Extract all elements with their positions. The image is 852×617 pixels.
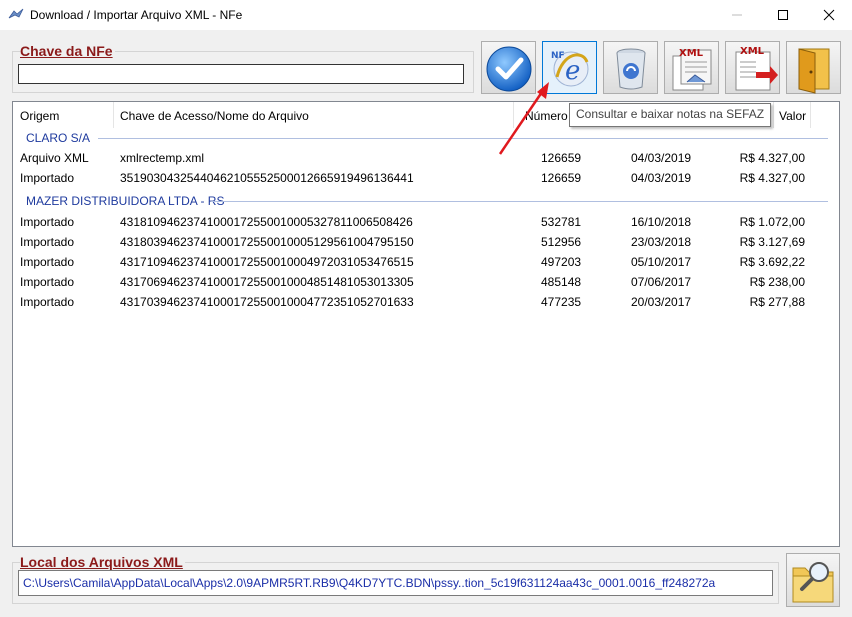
column-separator [113, 102, 114, 128]
cell-chave: 3519030432544046210555250001266591949613… [120, 171, 414, 185]
cell-origem: Importado [20, 215, 75, 229]
column-valor[interactable]: Valor [779, 109, 806, 123]
svg-text:XML: XML [679, 48, 704, 59]
app-icon [8, 8, 24, 19]
cell-data: 04/03/2019 [631, 171, 692, 185]
maximize-button[interactable] [760, 0, 806, 30]
column-separator [513, 102, 514, 128]
group-name: CLARO S/A [26, 131, 91, 145]
cell-valor: R$ 277,88 [749, 295, 805, 309]
table-row[interactable]: Importado 431703946237410001725500100047… [13, 292, 839, 312]
close-icon [823, 9, 835, 21]
table-row[interactable]: Importado 351903043254404621055525000126… [13, 168, 839, 188]
cell-data: 23/03/2018 [631, 235, 692, 249]
sefaz-button[interactable]: e NF [542, 41, 597, 94]
table-row[interactable]: Importado 431803946237410001725500100051… [13, 232, 839, 252]
notes-list[interactable]: Origem Chave de Acesso/Nome do Arquivo N… [12, 101, 840, 547]
cell-numero: 477235 [541, 295, 582, 309]
list-group-header: CLARO S/A [13, 128, 839, 148]
cell-numero: 532781 [541, 215, 582, 229]
column-separator [773, 102, 774, 128]
cell-valor: R$ 3.692,22 [739, 255, 805, 269]
cell-valor: R$ 238,00 [749, 275, 805, 289]
cell-valor: R$ 4.327,00 [739, 151, 805, 165]
close-button[interactable] [806, 0, 852, 30]
table-row[interactable]: Importado 431710946237410001725500100049… [13, 252, 839, 272]
maximize-icon [778, 10, 788, 20]
cell-origem: Importado [20, 235, 75, 249]
cell-chave: 4317109462374100017255001000497203105347… [120, 255, 414, 269]
group-name: MAZER DISTRIBUIDORA LTDA - RS [26, 194, 225, 208]
cell-data: 20/03/2017 [631, 295, 692, 309]
window-title: Download / Importar Arquivo XML - NFe [30, 8, 243, 22]
folder-search-icon [792, 562, 834, 603]
cell-data: 16/10/2018 [631, 215, 692, 229]
sefaz-tooltip: Consultar e baixar notas na SEFAZ [569, 103, 772, 127]
path-text: C:\Users\Camila\AppData\Local\Apps\2.0\9… [23, 576, 716, 590]
chave-nfe-label: Chave da NFe [20, 43, 115, 59]
svg-text:XML: XML [740, 46, 765, 57]
chave-nfe-input[interactable] [18, 64, 464, 84]
recycle-bin-icon [616, 48, 646, 90]
cell-valor: R$ 1.072,00 [739, 215, 805, 229]
delete-button[interactable] [603, 41, 658, 94]
group-divider [98, 138, 828, 139]
cell-origem: Importado [20, 295, 75, 309]
table-row[interactable]: Importado 431706946237410001725500100048… [13, 272, 839, 292]
column-numero[interactable]: Número [525, 109, 568, 123]
nfe-e-icon: e NF [551, 51, 589, 87]
cell-chave: 4318039462374100017255001000512956100479… [120, 235, 414, 249]
path-field[interactable]: C:\Users\Camila\AppData\Local\Apps\2.0\9… [18, 570, 773, 596]
table-row[interactable]: Arquivo XML xmlrectemp.xml 126659 04/03/… [13, 148, 839, 168]
xml-import-button[interactable]: XML [725, 41, 780, 94]
cell-numero: 126659 [541, 151, 582, 165]
local-arquivos-label: Local dos Arquivos XML [20, 554, 185, 570]
group-divider [211, 201, 828, 202]
xml-arrow-icon: XML [735, 46, 778, 91]
xml-document-icon: XML [672, 48, 712, 91]
exit-button[interactable] [786, 41, 841, 94]
column-origem[interactable]: Origem [20, 109, 59, 123]
column-separator [810, 102, 811, 128]
list-group-header: MAZER DISTRIBUIDORA LTDA - RS [13, 191, 839, 211]
cell-data: 04/03/2019 [631, 151, 692, 165]
table-row[interactable]: Importado 431810946237410001725500100053… [13, 212, 839, 232]
cell-valor: R$ 4.327,00 [739, 171, 805, 185]
cell-origem: Arquivo XML [20, 151, 89, 165]
browse-folder-button[interactable] [786, 553, 840, 607]
cell-numero: 485148 [541, 275, 582, 289]
cell-numero: 512956 [541, 235, 582, 249]
door-exit-icon [798, 48, 830, 94]
cell-origem: Importado [20, 275, 75, 289]
title-bar: Download / Importar Arquivo XML - NFe [0, 0, 852, 30]
confirm-button[interactable] [481, 41, 536, 94]
cell-chave: 4317069462374100017255001000485148105301… [120, 275, 414, 289]
xml-list-button[interactable]: XML [664, 41, 719, 94]
cell-origem: Importado [20, 255, 75, 269]
svg-text:e: e [565, 56, 580, 86]
minimize-icon [732, 14, 742, 16]
minimize-button[interactable] [714, 0, 760, 30]
cell-chave: xmlrectemp.xml [120, 151, 205, 165]
svg-text:NF: NF [551, 51, 565, 61]
cell-data: 05/10/2017 [631, 255, 692, 269]
cell-chave: 4317039462374100017255001000477235105270… [120, 295, 414, 309]
cell-numero: 126659 [541, 171, 582, 185]
cell-valor: R$ 3.127,69 [739, 235, 805, 249]
cell-data: 07/06/2017 [631, 275, 692, 289]
cell-chave: 4318109462374100017255001000532781100650… [120, 215, 413, 229]
column-chave[interactable]: Chave de Acesso/Nome do Arquivo [120, 109, 309, 123]
cell-origem: Importado [20, 171, 75, 185]
cell-numero: 497203 [541, 255, 582, 269]
check-icon [486, 46, 532, 92]
